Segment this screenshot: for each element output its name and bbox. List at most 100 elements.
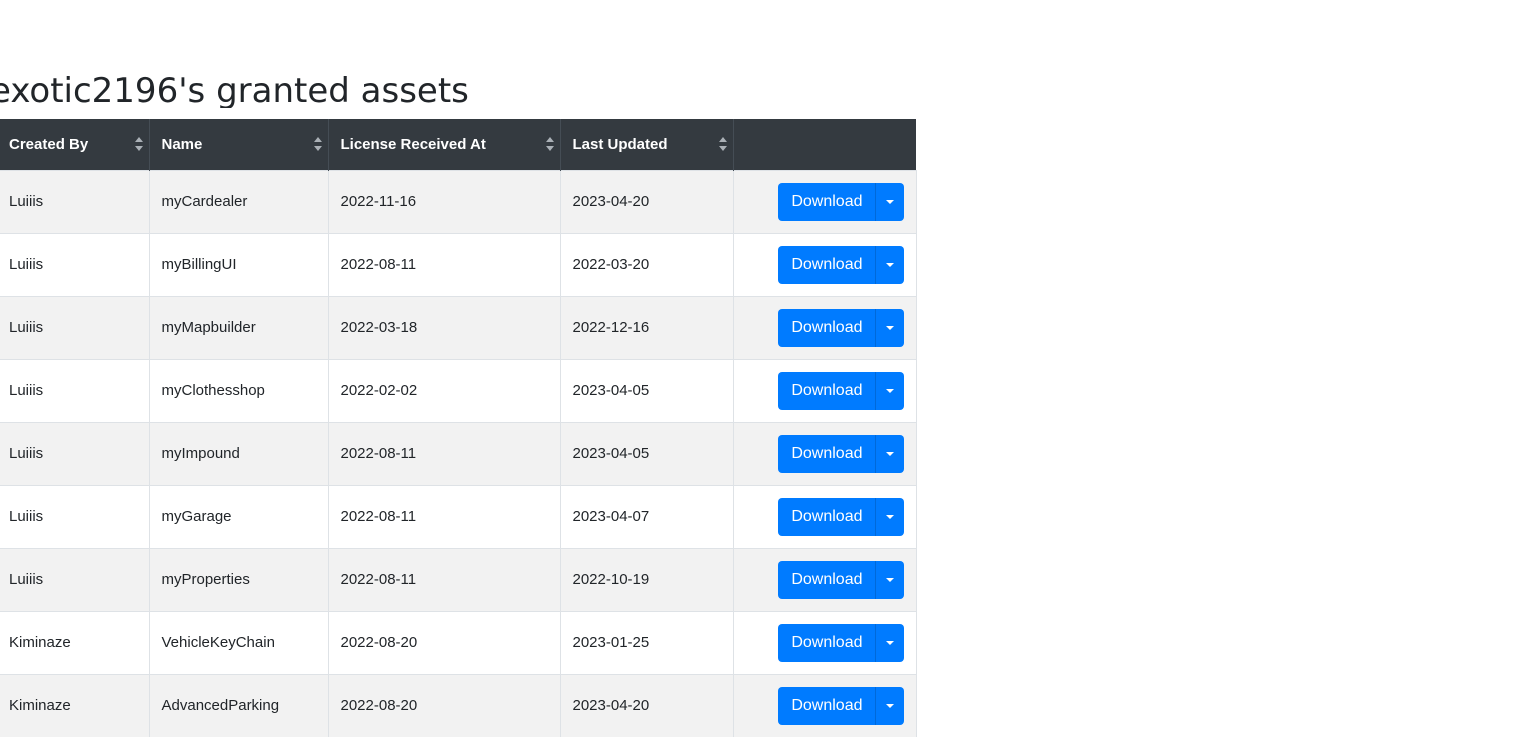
download-button[interactable]: Download [778, 623, 876, 662]
cell-created-by: Luiiis [0, 295, 150, 359]
asset-name-text: myBillingUI [161, 256, 237, 273]
download-button[interactable]: Download [778, 245, 876, 284]
download-button-group: Download [778, 560, 904, 599]
table-row: Luiiis myBillingUI 2022-08-11 2022-03-20 Dow… [0, 232, 917, 296]
created-by-text: Luiiis [9, 508, 44, 525]
created-by-text: Luiiis [9, 256, 44, 273]
cell-created-by: Kiminaze [0, 610, 150, 674]
download-button[interactable]: Download [778, 434, 876, 473]
download-dropdown-toggle[interactable] [875, 686, 904, 725]
last-updated-text: 2023-04-05 [572, 445, 650, 462]
download-button[interactable]: Download [778, 308, 876, 347]
download-button[interactable]: Download [778, 371, 876, 410]
license-date-text: 2022-08-11 [340, 445, 417, 462]
last-updated-text: 2023-04-20 [572, 193, 650, 210]
download-dropdown-toggle[interactable] [875, 308, 904, 347]
created-by-text: Kiminaze [9, 634, 71, 651]
column-header-name[interactable]: Name [149, 119, 329, 170]
cell-created-by: Luiiis [0, 547, 150, 611]
cell-name: myGarage [149, 484, 329, 548]
cell-name: AdvancedParking [149, 673, 329, 737]
cell-actions: Download [733, 421, 917, 485]
cell-actions: Download [733, 358, 917, 422]
download-dropdown-toggle[interactable] [875, 182, 904, 221]
download-dropdown-toggle[interactable] [875, 497, 904, 536]
cell-actions: Download [733, 232, 917, 296]
table-row: Luiiis myCardealer 2022-11-16 2023-04-20 Dow… [0, 169, 917, 233]
cell-created-by: Luiiis [0, 484, 150, 548]
cell-name: VehicleKeyChain [149, 610, 329, 674]
asset-name-text: myClothesshop [161, 382, 265, 399]
sort-icon[interactable] [718, 137, 727, 152]
sort-icon[interactable] [545, 137, 554, 152]
caret-down-icon [885, 325, 894, 330]
cell-last-updated: 2023-04-20 [560, 169, 734, 233]
table-row: Kiminaze AdvancedParking 2022-08-20 2023-04… [0, 673, 917, 737]
download-button[interactable]: Download [778, 560, 876, 599]
cell-actions: Download [733, 673, 917, 737]
column-header-created-by[interactable]: Created By [0, 119, 150, 170]
download-dropdown-toggle[interactable] [875, 245, 904, 284]
asset-name-text: myImpound [161, 445, 240, 462]
download-dropdown-toggle[interactable] [875, 371, 904, 410]
column-header-label: Created By [9, 135, 89, 153]
download-dropdown-toggle[interactable] [875, 434, 904, 473]
cell-actions: Download [733, 295, 917, 359]
created-by-text: Luiiis [9, 382, 44, 399]
cell-last-updated: 2022-10-19 [560, 547, 734, 611]
license-date-text: 2022-02-02 [340, 382, 418, 399]
sort-icon[interactable] [313, 137, 322, 152]
last-updated-text: 2022-12-16 [572, 319, 650, 336]
caret-down-icon [885, 199, 894, 204]
asset-name-text: myMapbuilder [161, 319, 256, 336]
caret-down-icon [885, 451, 894, 456]
cell-created-by: Kiminaze [0, 673, 150, 737]
cell-actions: Download [733, 484, 917, 548]
table-row: Luiiis myClothesshop 2022-02-02 2023-04-05 D… [0, 358, 917, 422]
cell-license-received-at: 2022-08-11 [328, 547, 561, 611]
download-dropdown-toggle[interactable] [875, 623, 904, 662]
download-dropdown-toggle[interactable] [875, 560, 904, 599]
table-row: Luiiis myImpound 2022-08-11 2023-04-05 Downl… [0, 421, 917, 485]
last-updated-text: 2023-04-05 [572, 382, 650, 399]
last-updated-text: 2023-01-25 [572, 634, 650, 651]
cell-license-received-at: 2022-08-11 [328, 232, 561, 296]
sort-icon[interactable] [134, 137, 143, 152]
table-row: Luiiis myMapbuilder 2022-03-18 2022-12-16 Do… [0, 295, 917, 359]
last-updated-text: 2022-10-19 [572, 571, 650, 588]
download-button[interactable]: Download [778, 497, 876, 536]
caret-down-icon [885, 514, 894, 519]
cell-actions: Download [733, 547, 917, 611]
created-by-text: Luiiis [9, 193, 44, 210]
cell-license-received-at: 2022-08-20 [328, 610, 561, 674]
asset-name-text: VehicleKeyChain [161, 634, 275, 651]
column-header-license-received-at[interactable]: License Received At [328, 119, 561, 170]
license-date-text: 2022-08-11 [340, 571, 417, 588]
column-header-label: Last Updated [572, 135, 668, 153]
table-header-row: Created By Name License Received At Last… [0, 119, 916, 170]
column-header-last-updated[interactable]: Last Updated [560, 119, 734, 170]
title-scroll-mask [0, 0, 600, 74]
cell-created-by: Luiiis [0, 232, 150, 296]
cell-actions: Download [733, 610, 917, 674]
table-row: Kiminaze VehicleKeyChain 2022-08-20 2023-01… [0, 610, 917, 674]
cell-last-updated: 2023-04-20 [560, 673, 734, 737]
asset-name-text: myProperties [161, 571, 250, 588]
cell-last-updated: 2023-04-05 [560, 358, 734, 422]
cell-last-updated: 2023-01-25 [560, 610, 734, 674]
cell-name: myMapbuilder [149, 295, 329, 359]
license-date-text: 2022-08-11 [340, 256, 417, 273]
created-by-text: Luiiis [9, 445, 44, 462]
asset-name-text: myGarage [161, 508, 232, 525]
caret-down-icon [885, 388, 894, 393]
download-button[interactable]: Download [778, 182, 876, 221]
asset-name-text: myCardealer [161, 193, 248, 210]
last-updated-text: 2022-03-20 [572, 256, 650, 273]
created-by-text: Luiiis [9, 319, 44, 336]
cell-actions: Download [733, 169, 917, 233]
download-button[interactable]: Download [778, 686, 876, 725]
download-button-group: Download [778, 182, 904, 221]
assets-table-container: Created By Name License Received At Last… [0, 119, 917, 737]
cell-license-received-at: 2022-08-11 [328, 421, 561, 485]
cell-name: myImpound [149, 421, 329, 485]
